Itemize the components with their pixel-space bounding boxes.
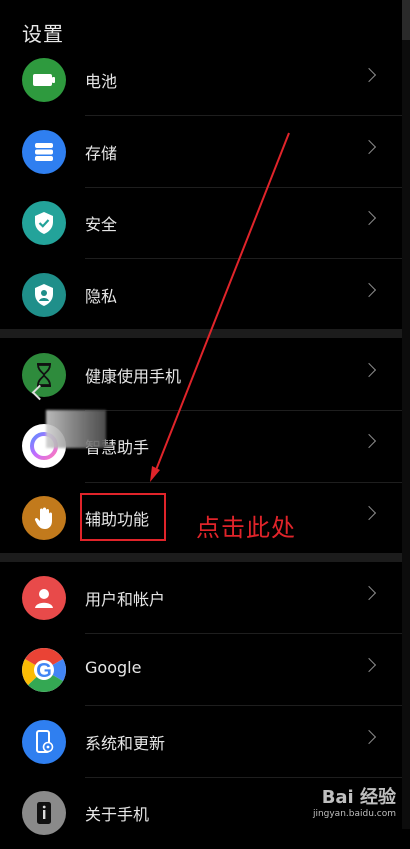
watermark-brand: Bai 经验 bbox=[321, 787, 396, 808]
watermark-url: jingyan.baidu.com bbox=[312, 809, 396, 819]
watermark: Bai 经验 jingyan.baidu.com bbox=[313, 783, 396, 819]
annotation-text: 点击此处 bbox=[196, 514, 296, 542]
annotation-arrow bbox=[150, 132, 290, 482]
